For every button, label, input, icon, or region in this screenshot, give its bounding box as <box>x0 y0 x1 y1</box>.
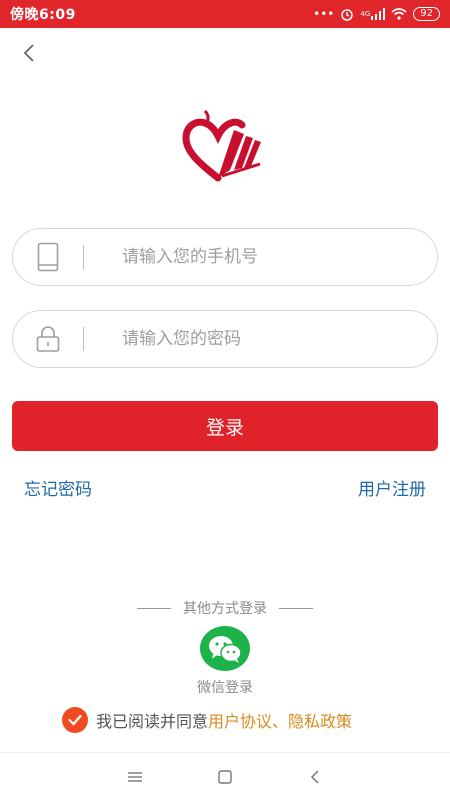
phone-input[interactable] <box>120 246 424 268</box>
wifi-icon <box>391 8 407 20</box>
back-button[interactable] <box>14 38 44 68</box>
password-field[interactable] <box>12 310 438 368</box>
agreement-row: 我已阅读并同意 用户协议 、 隐私政策 <box>62 707 352 733</box>
divider-line <box>279 607 313 609</box>
system-nav-bar <box>0 752 450 800</box>
check-icon <box>68 714 82 726</box>
wechat-login-button[interactable] <box>200 626 250 671</box>
field-divider <box>83 245 84 269</box>
status-bar: 傍晚6:09 ••• 4G 92 <box>0 0 450 28</box>
more-dots-icon: ••• <box>313 7 335 21</box>
user-agreement-link[interactable]: 用户协议 <box>208 708 272 732</box>
back-arrow-icon <box>23 44 34 62</box>
signal-icon: 4G <box>360 8 386 20</box>
login-button[interactable]: 登录 <box>12 401 438 451</box>
other-login-label: 其他方式登录 <box>183 601 267 617</box>
divider-line <box>137 607 171 609</box>
wechat-icon <box>209 635 242 663</box>
home-icon[interactable] <box>213 765 237 789</box>
lock-icon <box>13 325 83 353</box>
status-icons: ••• 4G 92 <box>313 7 440 21</box>
agreement-prefix: 我已阅读并同意 <box>96 712 209 731</box>
network-type: 4G <box>360 10 371 18</box>
password-input[interactable] <box>120 328 424 350</box>
status-time: 傍晚6:09 <box>10 7 76 23</box>
agreement-checkbox[interactable] <box>62 707 88 733</box>
privacy-policy-link[interactable]: 隐私政策 <box>288 708 352 732</box>
menu-icon[interactable] <box>123 765 147 789</box>
alarm-icon <box>340 7 354 21</box>
field-divider <box>83 327 84 351</box>
other-login-title: 其他方式登录 <box>0 598 450 618</box>
app-logo <box>178 108 273 188</box>
wechat-login-label: 微信登录 <box>197 680 253 696</box>
agreement-separator: 、 <box>272 712 289 731</box>
forgot-password-link[interactable]: 忘记密码 <box>24 475 92 500</box>
battery-indicator: 92 <box>413 7 440 21</box>
phone-field[interactable] <box>12 228 438 286</box>
phone-icon <box>13 242 83 272</box>
nav-back-icon[interactable] <box>303 765 327 789</box>
register-link[interactable]: 用户注册 <box>358 475 426 500</box>
